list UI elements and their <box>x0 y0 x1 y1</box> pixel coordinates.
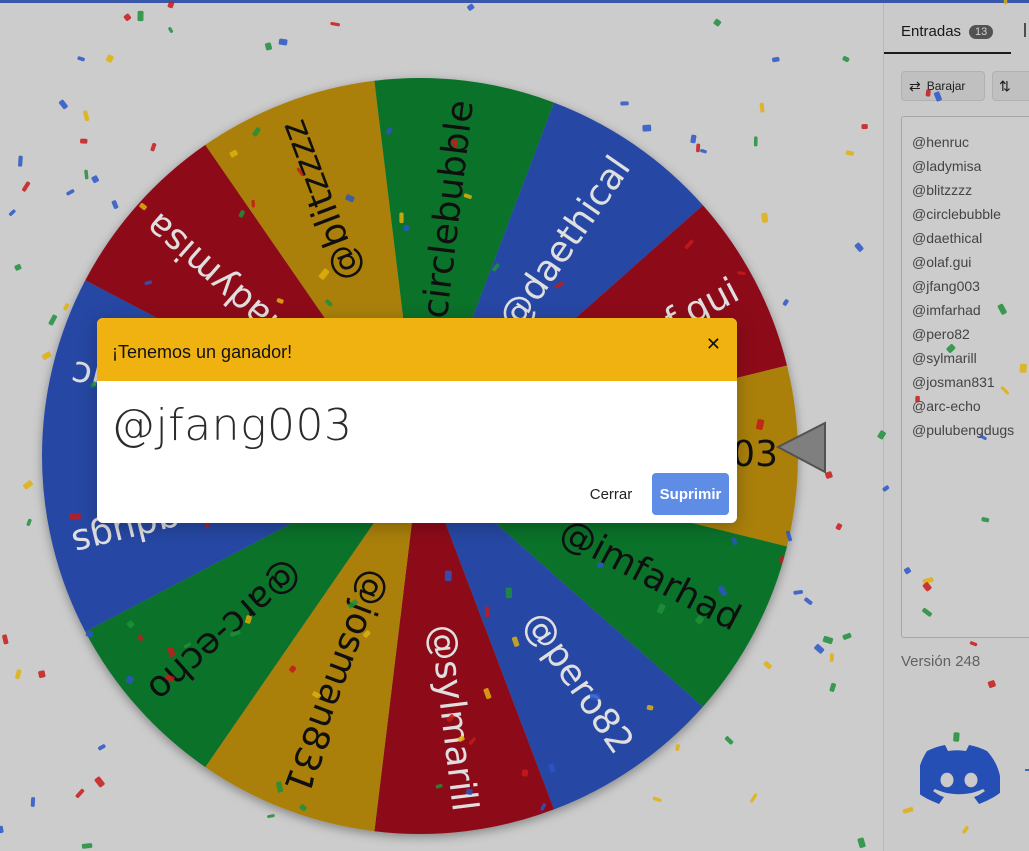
shuffle-icon: ⇄ <box>909 77 921 94</box>
sort-button[interactable]: ⇅ <box>992 71 1029 101</box>
discord-link[interactable] <box>1025 755 1029 771</box>
shuffle-label: Barajar <box>926 79 966 93</box>
sidebar: Entradas 13 ⇄ Barajar ⇅ @henruc @ladymisa… <box>883 3 1029 851</box>
entry-item: @circlebubble <box>912 206 1001 222</box>
sort-icon: ⇅ <box>999 77 1011 94</box>
entry-item: @henruc <box>912 134 970 150</box>
dialog-title: ¡Tenemos un ganador! <box>112 342 293 362</box>
entry-item: @pulubengdugs <box>912 422 1015 438</box>
tab-active-underline <box>884 52 1011 54</box>
winner-name: @jfang003 <box>111 400 353 451</box>
entries-textarea[interactable]: @henruc @ladymisa @blitzzzz @circlebubble @d… <box>901 116 1029 638</box>
entry-item: @pero82 <box>912 326 970 342</box>
delete-button[interactable]: Suprimir <box>652 473 729 515</box>
close-icon[interactable]: ✕ <box>706 334 721 355</box>
entries-count-badge: 13 <box>969 24 994 39</box>
tab-entries-label: Entradas <box>901 23 962 40</box>
discord-icon[interactable] <box>920 745 1000 807</box>
dialog-header: ¡Tenemos un ganador! ✕ <box>97 318 737 381</box>
entry-item: @arc-echo <box>912 398 981 414</box>
entry-item: @ladymisa <box>912 158 982 174</box>
winner-dialog: ¡Tenemos un ganador! ✕ @jfang003 Cerrar … <box>97 318 737 523</box>
entry-item: @blitzzzz <box>912 182 973 198</box>
wheel-pointer-icon <box>775 421 826 474</box>
close-button[interactable]: Cerrar <box>581 476 641 512</box>
tab-results[interactable] <box>1024 23 1029 37</box>
entry-item: @jfang003 <box>912 278 980 294</box>
entry-item: @daethical <box>912 230 983 246</box>
entries-list: @henruc @ladymisa @blitzzzz @circlebubble @d… <box>902 117 1029 442</box>
shuffle-button[interactable]: ⇄ Barajar <box>901 71 985 101</box>
entry-item: @sylmarill <box>912 350 977 366</box>
entry-item: @josman831 <box>912 374 995 390</box>
version-label: Versión 248 <box>901 653 981 670</box>
entry-item: @imfarhad <box>912 302 981 318</box>
entry-item: @olaf.gui <box>912 254 972 270</box>
tab-entries[interactable]: Entradas 13 <box>901 23 994 40</box>
